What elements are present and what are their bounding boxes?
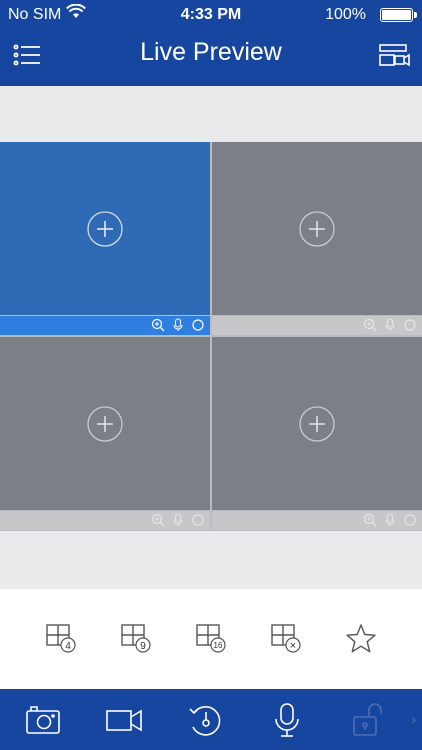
layout-badge: 9 [140,641,146,652]
cell-control-bar [212,316,422,335]
battery-icon [380,8,417,22]
unlock-icon[interactable] [350,701,388,739]
cell-control-bar [0,511,210,530]
playback-icon[interactable] [185,701,225,739]
video-cell-2[interactable] [212,142,422,335]
cell-control-bar [212,511,422,530]
layout-close-button[interactable]: × [269,622,303,656]
zoom-icon[interactable] [363,318,377,332]
video-grid [0,142,422,531]
battery-percent: 100% [325,6,366,23]
mic-icon[interactable] [171,513,185,527]
layout-badge: × [290,640,296,652]
circle-icon[interactable] [403,513,417,527]
circle-icon[interactable] [191,318,205,332]
video-cell-1[interactable] [0,142,210,335]
favorite-star-button[interactable] [344,622,378,656]
layout-4-button[interactable]: 4 [44,622,78,656]
circle-icon[interactable] [191,513,205,527]
bottom-toolbar: › [0,689,422,750]
window-camera-button[interactable] [378,40,412,70]
video-cell-4[interactable] [212,337,422,530]
add-channel-icon[interactable] [86,405,124,443]
more-chevron-icon[interactable]: › [411,711,416,727]
zoom-icon[interactable] [363,513,377,527]
snapshot-icon[interactable] [24,701,62,739]
add-channel-icon[interactable] [298,210,336,248]
layout-badge: 16 [214,641,223,650]
add-channel-icon[interactable] [298,405,336,443]
talk-mic-icon[interactable] [270,701,304,739]
mic-icon[interactable] [171,318,185,332]
mic-icon[interactable] [383,513,397,527]
layout-16-button[interactable]: 16 [194,622,228,656]
record-icon[interactable] [104,701,144,739]
header-bar: No SIM 4:33 PM 100% Live Preview [0,0,422,86]
add-channel-icon[interactable] [86,210,124,248]
video-cell-3[interactable] [0,337,210,530]
layout-badge: 4 [65,641,71,652]
mic-icon[interactable] [383,318,397,332]
layout-bar: 4 9 16 × [0,589,422,689]
cell-control-bar [0,316,210,335]
layout-9-button[interactable]: 9 [119,622,153,656]
zoom-icon[interactable] [151,318,165,332]
page-title: Live Preview [140,38,282,66]
circle-icon[interactable] [403,318,417,332]
zoom-icon[interactable] [151,513,165,527]
status-bar: No SIM 4:33 PM 100% [0,0,422,30]
